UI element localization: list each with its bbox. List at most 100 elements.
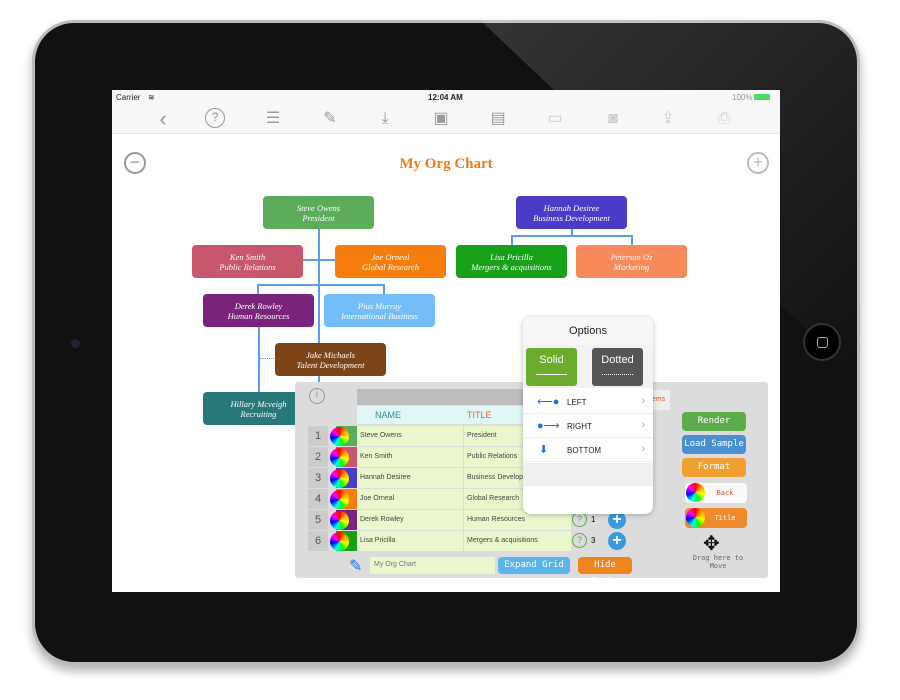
name-cell[interactable]: Lisa Pricilla [357, 531, 464, 551]
help-icon[interactable]: ? [205, 108, 225, 128]
node-title: International Business [341, 311, 418, 321]
options-title: Options [523, 317, 653, 345]
row-number: 5 [308, 510, 328, 530]
drag-hint: Drag here to Move [692, 554, 744, 570]
edit-title-icon[interactable]: ✎ [349, 556, 362, 576]
header-name: NAME [375, 410, 402, 420]
color-wheel-icon[interactable] [330, 469, 349, 488]
dotted-label: Dotted [601, 354, 634, 366]
load-sample-button[interactable]: Load Sample [682, 435, 746, 454]
hide-tools-button[interactable]: Hide Tools [578, 557, 632, 587]
node-title: Talent Development [296, 360, 365, 370]
row-extra: 1 [591, 515, 596, 524]
org-node[interactable]: Derek Rowley Human Resources [203, 294, 314, 327]
color-wheel-icon[interactable] [330, 448, 349, 467]
table-row[interactable]: 6 Lisa Pricilla Mergers & acquisitions? 3 + [308, 531, 626, 552]
option-bottom[interactable]: ⬇ BOTTOM › [523, 438, 653, 462]
right-arrow-icon: ●⟶ [537, 420, 560, 432]
chart-name-input[interactable]: My Org Chart [370, 557, 495, 574]
camera-icon[interactable]: ◙ [602, 108, 624, 130]
add-icon[interactable]: + [608, 532, 626, 550]
row-number: 6 [308, 531, 328, 551]
color-wheel-icon [686, 483, 705, 502]
org-node[interactable]: Jake Michaels Talent Development [275, 343, 386, 376]
org-node[interactable]: Joe Orneal Global Research [335, 245, 446, 278]
down-arrow-icon: ⬇ [539, 444, 549, 456]
node-name: Peterson Oz [610, 252, 653, 262]
chevron-right-icon: › [641, 419, 645, 431]
chart-title: My Org Chart [399, 156, 493, 172]
node-title: President [302, 213, 335, 223]
title-color-button[interactable]: Title [685, 508, 747, 528]
move-icon[interactable]: ✥ [703, 531, 720, 556]
left-arrow-icon: ⟵● [537, 396, 560, 408]
download-icon[interactable]: ⤓ [374, 108, 396, 130]
status-bar: Carrier ≋ 12:04 AM 100% [112, 90, 780, 104]
color-wheel-icon[interactable] [330, 532, 349, 551]
row-extra: 3 [591, 536, 596, 545]
row-number: 3 [308, 468, 328, 488]
name-cell[interactable]: Joe Orneal [357, 489, 464, 509]
wifi-icon: ≋ [148, 93, 155, 102]
row-number: 2 [308, 447, 328, 467]
org-node[interactable]: Steve Owens President [263, 196, 374, 229]
org-node[interactable]: Ken Smith Public Relations [192, 245, 303, 278]
node-name: Ken Smith [229, 252, 266, 262]
title-cell[interactable]: Mergers & acquisitions [464, 531, 572, 551]
help-icon[interactable]: ? [572, 533, 587, 548]
solid-line-button[interactable]: Solid [526, 348, 577, 386]
name-cell[interactable]: Hannah Desiree [357, 468, 464, 488]
expand-grid-button[interactable]: Expand Grid [498, 557, 570, 574]
color-wheel-icon[interactable] [330, 427, 349, 446]
node-title: Global Research [361, 262, 420, 272]
home-button[interactable] [803, 323, 841, 361]
format-button[interactable]: Format [682, 458, 746, 477]
info-icon[interactable]: i [309, 388, 325, 404]
name-cell[interactable]: Ken Smith [357, 447, 464, 467]
color-wheel-icon[interactable] [330, 490, 349, 509]
render-chart-button[interactable]: Render Chart [682, 412, 746, 445]
front-camera [71, 339, 80, 348]
row-number: 4 [308, 489, 328, 509]
node-name: Jake Michaels [306, 350, 355, 360]
node-name: Joe Orneal [371, 252, 410, 262]
header-title: TITLE [467, 410, 492, 420]
node-title: Mergers & acquisitions [471, 262, 552, 272]
option-left[interactable]: ⟵● LEFT › [523, 390, 653, 414]
chevron-right-icon: › [641, 395, 645, 407]
save-icon[interactable]: ▣ [430, 108, 452, 130]
row-number: 1 [308, 426, 328, 446]
back-icon[interactable]: ‹ [152, 108, 174, 130]
share-icon[interactable]: ⇪ [657, 108, 679, 130]
battery-icon [754, 94, 770, 100]
help-icon[interactable]: ? [572, 512, 587, 527]
chevron-right-icon: › [641, 443, 645, 455]
node-title: Public Relations [219, 262, 276, 272]
color-wheel-icon [686, 508, 705, 527]
option-right[interactable]: ●⟶ RIGHT › [523, 414, 653, 438]
name-cell[interactable]: Derek Rowley [357, 510, 464, 530]
org-node[interactable]: Hannah Desiree Business Development [516, 196, 627, 229]
back-color-button[interactable]: Back [685, 483, 747, 503]
org-node[interactable]: Peterson Oz Marketing [576, 245, 687, 278]
options-popover: Options Solid Dotted ⟵● LEFT › ●⟶ RIGHT › ⬇ B… [523, 317, 653, 514]
window-icon[interactable]: ▭ [544, 108, 566, 130]
list-icon[interactable]: ☰ [262, 108, 284, 130]
node-name: Derek Rowley [234, 301, 283, 311]
option-left-label: LEFT [567, 398, 587, 407]
node-name: Steve Owens [296, 203, 341, 213]
edit-icon[interactable]: ✎ [319, 108, 341, 130]
print-icon[interactable]: ⎙ [713, 108, 735, 130]
dotted-line-button[interactable]: Dotted [592, 348, 643, 386]
title-label: Title [714, 514, 736, 522]
cabinet-icon[interactable]: ▤ [487, 108, 509, 130]
org-node[interactable]: Pius Murray International Business [324, 294, 435, 327]
option-right-label: RIGHT [567, 422, 592, 431]
org-node[interactable]: Lisa Pricilla Mergers & acquisitions [456, 245, 567, 278]
name-cell[interactable]: Steve Owens [357, 426, 464, 446]
node-title: Human Resources [227, 311, 290, 321]
node-name: Pius Murray [357, 301, 402, 311]
node-title: Marketing [613, 262, 650, 272]
color-wheel-icon[interactable] [330, 511, 349, 530]
grid-header: NAME TITLE [357, 406, 527, 424]
